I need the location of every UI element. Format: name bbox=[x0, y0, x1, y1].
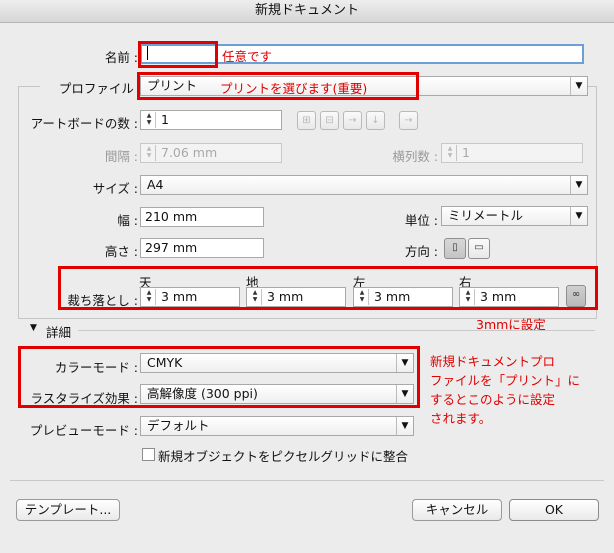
bleed-top-stepper-icon[interactable]: ▲ ▼ bbox=[143, 289, 156, 305]
profile-annotation: プリントを選びます(重要) bbox=[220, 81, 368, 96]
orientation-label: 方向 : bbox=[404, 244, 438, 259]
size-value: A4 bbox=[147, 177, 164, 192]
link-icon[interactable]: ∞ bbox=[566, 285, 586, 307]
units-label: 単位 : bbox=[404, 213, 438, 228]
artboards-count-value: 1 bbox=[161, 112, 169, 127]
raster-effects-select[interactable]: 高解像度 (300 ppi) ▼ bbox=[140, 384, 414, 404]
bleed-left-stepper-icon[interactable]: ▲ ▼ bbox=[356, 289, 369, 305]
size-select[interactable]: A4 ▼ bbox=[140, 175, 588, 195]
profile-label: プロファイル : bbox=[40, 78, 142, 97]
preview-mode-select[interactable]: デフォルト ▼ bbox=[140, 416, 414, 436]
columns-value: 1 bbox=[462, 145, 470, 160]
portrait-orientation-icon[interactable]: ▯ bbox=[444, 238, 466, 259]
preview-mode-value: デフォルト bbox=[147, 418, 210, 433]
pixel-grid-checkbox[interactable] bbox=[142, 448, 155, 461]
color-mode-value: CMYK bbox=[147, 355, 183, 370]
grid-by-column-icon[interactable]: ⊟ bbox=[320, 111, 339, 130]
spacing-label: 間隔 : bbox=[104, 149, 138, 164]
bleed-right-value: 3 mm bbox=[480, 289, 517, 304]
width-value: 210 mm bbox=[145, 209, 198, 224]
name-annotation: 任意です bbox=[222, 49, 273, 64]
dialog-title-bar: 新規ドキュメント bbox=[0, 0, 614, 23]
name-highlight bbox=[138, 41, 218, 68]
arrange-by-column-icon[interactable]: ↓ bbox=[366, 111, 385, 130]
columns-stepper-icon[interactable]: ▲ ▼ bbox=[444, 145, 457, 161]
advanced-label[interactable]: 詳細 bbox=[46, 322, 76, 341]
dialog-title: 新規ドキュメント bbox=[254, 3, 359, 18]
profile-note-line: するとこのように設定 bbox=[430, 392, 556, 407]
raster-effects-label: ラスタライズ効果 : bbox=[30, 391, 138, 406]
bleed-bottom-value: 3 mm bbox=[267, 289, 304, 304]
name-label: 名前 : bbox=[104, 50, 138, 65]
footer-separator bbox=[10, 480, 604, 481]
chevron-down-icon: ▼ bbox=[570, 207, 587, 225]
height-label: 高さ : bbox=[104, 244, 138, 259]
columns-label: 横列数 : bbox=[392, 149, 438, 164]
size-label: サイズ : bbox=[92, 181, 138, 196]
disclosure-triangle-icon[interactable]: ▼ bbox=[30, 323, 37, 333]
right-to-left-icon[interactable]: → bbox=[399, 111, 418, 130]
height-field[interactable]: 297 mm bbox=[140, 238, 264, 258]
template-button[interactable]: テンプレート... bbox=[16, 499, 120, 521]
artboards-count-field[interactable]: 1 bbox=[140, 110, 282, 130]
artboards-label: アートボードの数 : bbox=[30, 116, 138, 131]
artboards-stepper-icon[interactable]: ▲ ▼ bbox=[143, 112, 156, 128]
profile-note-line: 新規ドキュメントプロ bbox=[430, 354, 556, 369]
spacing-value: 7.06 mm bbox=[161, 145, 218, 160]
bleed-top-value: 3 mm bbox=[161, 289, 198, 304]
bleed-label: 裁ち落とし : bbox=[67, 293, 138, 308]
advanced-separator bbox=[78, 330, 595, 331]
profile-note-annotation: 新規ドキュメントプロ ファイルを「プリント」に するとこのように設定 されます。 bbox=[430, 352, 580, 428]
arrange-by-row-icon[interactable]: → bbox=[343, 111, 362, 130]
chevron-down-icon: ▼ bbox=[396, 385, 413, 403]
cancel-button[interactable]: キャンセル bbox=[412, 499, 502, 521]
chevron-down-icon: ▼ bbox=[396, 417, 413, 435]
bleed-left-value: 3 mm bbox=[374, 289, 411, 304]
chevron-down-icon: ▼ bbox=[396, 354, 413, 372]
grid-by-row-icon[interactable]: ⊞ bbox=[297, 111, 316, 130]
color-mode-label: カラーモード : bbox=[54, 360, 138, 375]
units-value: ミリメートル bbox=[448, 208, 524, 223]
profile-note-line: ファイルを「プリント」に bbox=[430, 373, 581, 388]
landscape-orientation-icon[interactable]: ▭ bbox=[468, 238, 490, 259]
pixel-grid-label: 新規オブジェクトをピクセルグリッドに整合 bbox=[158, 449, 409, 464]
raster-effects-value: 高解像度 (300 ppi) bbox=[147, 386, 258, 401]
preview-mode-label: プレビューモード : bbox=[29, 423, 138, 438]
units-select[interactable]: ミリメートル ▼ bbox=[441, 206, 588, 226]
spacing-stepper-icon[interactable]: ▲ ▼ bbox=[143, 145, 156, 161]
profile-note-line: されます。 bbox=[430, 411, 492, 426]
height-value: 297 mm bbox=[145, 240, 198, 255]
ok-button[interactable]: OK bbox=[509, 499, 599, 521]
color-mode-select[interactable]: CMYK ▼ bbox=[140, 353, 414, 373]
chevron-down-icon: ▼ bbox=[570, 176, 587, 194]
spacing-field[interactable]: 7.06 mm bbox=[140, 143, 282, 163]
bleed-bottom-stepper-icon[interactable]: ▲ ▼ bbox=[249, 289, 262, 305]
width-label: 幅 : bbox=[117, 213, 138, 228]
chevron-down-icon: ▼ bbox=[570, 77, 587, 95]
width-field[interactable]: 210 mm bbox=[140, 207, 264, 227]
bleed-right-stepper-icon[interactable]: ▲ ▼ bbox=[462, 289, 475, 305]
columns-field[interactable]: 1 bbox=[441, 143, 583, 163]
